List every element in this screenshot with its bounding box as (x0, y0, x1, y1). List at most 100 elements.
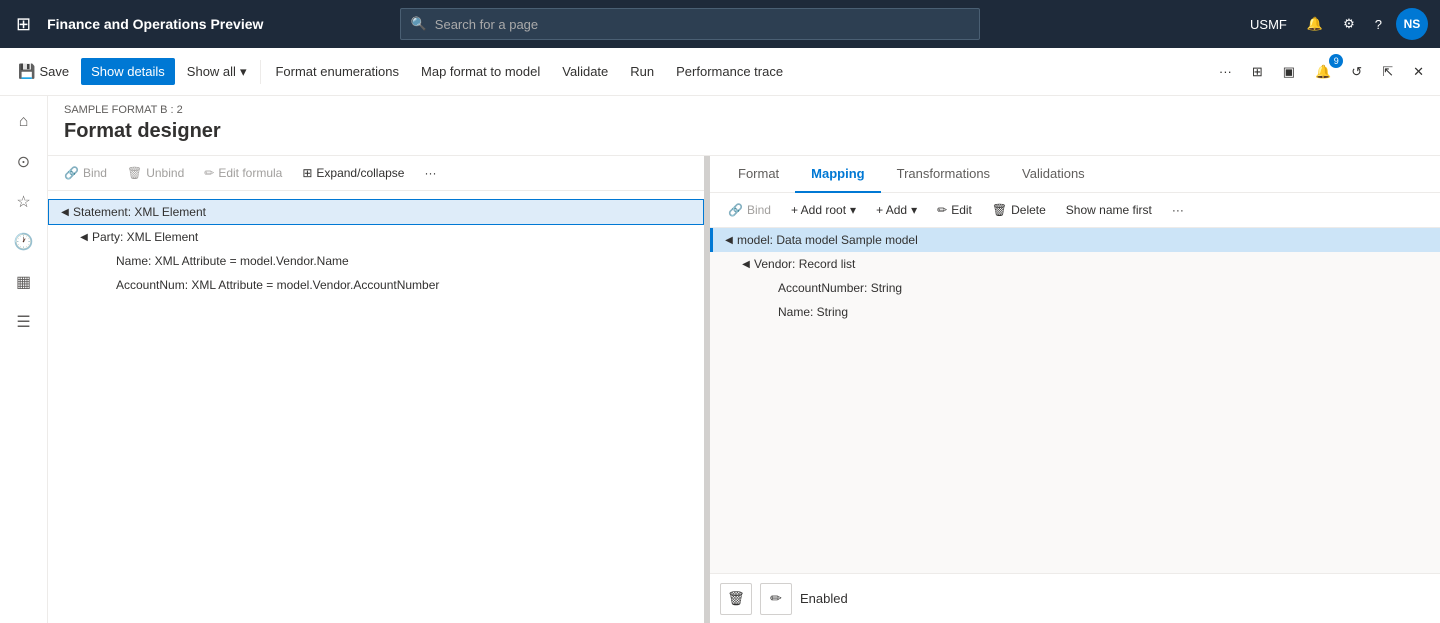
pencil-icon: ✏ (204, 166, 214, 180)
mapping-item-label: AccountNumber: String (778, 281, 902, 295)
help-icon[interactable]: ? (1369, 13, 1388, 36)
expand-collapse-button[interactable]: ⊞ Expand/collapse (294, 162, 412, 184)
mapping-tree-item[interactable]: ◀ model: Data model Sample model (710, 228, 1440, 252)
content-area: SAMPLE FORMAT B : 2 Format designer 🔗 Bi… (48, 96, 1440, 623)
format-enumerations-button[interactable]: Format enumerations (265, 58, 409, 85)
designer-area: 🔗 Bind 🗑 Unbind ✏ Edit formula ⊞ Expand/… (48, 156, 1440, 623)
bottom-delete-button[interactable]: 🗑 (720, 583, 752, 615)
tree-item[interactable]: ▶ AccountNum: XML Attribute = model.Vend… (48, 273, 704, 297)
chevron-down-icon: ▾ (240, 64, 247, 80)
app-title: Finance and Operations Preview (47, 16, 263, 32)
edit-formula-button[interactable]: ✏ Edit formula (196, 162, 290, 184)
mapping-tree-item[interactable]: ◀ Vendor: Record list (710, 252, 1440, 276)
refresh-icon[interactable]: ↺ (1343, 58, 1370, 86)
breadcrumb-area: SAMPLE FORMAT B : 2 Format designer (48, 96, 1440, 156)
mapping-panel: Format Mapping Transformations Validatio… (710, 156, 1440, 623)
sidebar-workspaces-icon[interactable]: ▦ (6, 264, 42, 300)
unbind-button[interactable]: 🗑 Unbind (119, 162, 192, 184)
top-navigation: ⊞ Finance and Operations Preview 🔍 USMF … (0, 0, 1440, 48)
validate-button[interactable]: Validate (552, 58, 618, 85)
format-tree: ◀ Statement: XML Element ◀ Party: XML El… (48, 191, 704, 623)
close-icon[interactable]: ✕ (1405, 58, 1432, 86)
save-icon: 💾 (18, 63, 35, 80)
separator-1 (260, 60, 261, 84)
tab-transformations[interactable]: Transformations (881, 156, 1006, 193)
notification-icon[interactable]: 🔔 (1301, 12, 1329, 36)
add-button[interactable]: + Add ▾ (868, 199, 925, 221)
breadcrumb: SAMPLE FORMAT B : 2 (64, 104, 1424, 116)
run-button[interactable]: Run (620, 58, 664, 85)
unlink-icon: 🗑 (127, 166, 142, 180)
link-icon: 🔗 (64, 166, 79, 180)
expand-icon: ⊞ (302, 166, 312, 180)
edit-button[interactable]: ✏ Edit (929, 199, 980, 221)
show-details-button[interactable]: Show details (81, 58, 175, 85)
search-icon: 🔍 (411, 16, 427, 32)
more-commands-icon[interactable]: ··· (1211, 58, 1240, 85)
save-button[interactable]: 💾 Save (8, 57, 79, 86)
map-format-to-model-button[interactable]: Map format to model (411, 58, 550, 85)
tree-toggle-collapse[interactable]: ◀ (57, 204, 73, 220)
page-title: Format designer (64, 116, 1424, 151)
mapping-item-label: Vendor: Record list (754, 257, 855, 271)
delete-button[interactable]: 🗑 Delete (984, 199, 1054, 221)
tree-item-label: Statement: XML Element (73, 205, 206, 219)
tree-item[interactable]: ◀ Party: XML Element (48, 225, 704, 249)
app-options-icon[interactable]: ⊞ (1244, 58, 1271, 86)
mapping-tree[interactable]: ◀ model: Data model Sample model ◀ Vendo… (710, 228, 1440, 573)
grid-icon[interactable]: ⊞ (12, 10, 35, 39)
main-layout: ⌂ ⊙ ☆ 🕐 ▦ ☰ SAMPLE FORMAT B : 2 Format d… (0, 96, 1440, 623)
badge-icon[interactable]: 🔔9 (1307, 58, 1339, 86)
mapping-item-label: Name: String (778, 305, 848, 319)
mapping-more-button[interactable]: ··· (1164, 199, 1192, 221)
mapping-tree-item[interactable]: ▶ AccountNumber: String (710, 276, 1440, 300)
mapping-toolbar: 🔗 Bind + Add root ▾ + Add ▾ ✏ Edit (710, 193, 1440, 228)
format-toolbar: 🔗 Bind 🗑 Unbind ✏ Edit formula ⊞ Expand/… (48, 156, 704, 191)
settings-icon[interactable]: ⚙ (1337, 12, 1361, 36)
sidebar-favorites-icon[interactable]: ☆ (6, 184, 42, 220)
search-bar[interactable]: 🔍 (400, 8, 980, 40)
mapping-toggle[interactable]: ◀ (738, 259, 754, 270)
sidebar-recent-icon[interactable]: 🕐 (6, 224, 42, 260)
tree-item[interactable]: ◀ Statement: XML Element (48, 199, 704, 225)
pencil-icon: ✏ (937, 203, 947, 217)
format-more-button[interactable]: ··· (416, 162, 444, 184)
performance-trace-button[interactable]: Performance trace (666, 58, 793, 85)
link-icon: 🔗 (728, 203, 743, 217)
bind-button[interactable]: 🔗 Bind (56, 162, 115, 184)
status-label: Enabled (800, 591, 848, 606)
panel-icon[interactable]: ▣ (1275, 58, 1303, 86)
tab-format[interactable]: Format (722, 156, 795, 193)
sidebar-home-icon[interactable]: ⌂ (6, 104, 42, 140)
tree-item-label: AccountNum: XML Attribute = model.Vendor… (116, 278, 439, 292)
tree-item-label: Party: XML Element (92, 230, 198, 244)
tree-item[interactable]: ▶ Name: XML Attribute = model.Vendor.Nam… (48, 249, 704, 273)
tab-validations[interactable]: Validations (1006, 156, 1101, 193)
bottom-edit-button[interactable]: ✏ (760, 583, 792, 615)
mapping-toggle[interactable]: ◀ (721, 235, 737, 246)
bottom-strip: 🗑 ✏ Enabled (710, 573, 1440, 623)
mapping-bind-button[interactable]: 🔗 Bind (720, 199, 779, 221)
tree-item-label: Name: XML Attribute = model.Vendor.Name (116, 254, 349, 268)
tab-mapping[interactable]: Mapping (795, 156, 880, 193)
search-input[interactable] (435, 17, 969, 32)
nav-right-area: USMF 🔔 ⚙ ? NS (1244, 8, 1428, 40)
panel-tabs: Format Mapping Transformations Validatio… (710, 156, 1440, 193)
add-root-button[interactable]: + Add root ▾ (783, 199, 864, 221)
sidebar-filter-icon[interactable]: ⊙ (6, 144, 42, 180)
mapping-tree-item[interactable]: ▶ Name: String (710, 300, 1440, 324)
avatar[interactable]: NS (1396, 8, 1428, 40)
show-all-button[interactable]: Show all ▾ (177, 58, 257, 86)
pencil-icon: ✏ (770, 590, 782, 607)
chevron-down-icon: ▾ (850, 203, 856, 217)
trash-icon: 🗑 (992, 203, 1007, 217)
new-window-icon[interactable]: ⇱ (1374, 58, 1401, 86)
show-name-first-button[interactable]: Show name first (1058, 199, 1160, 221)
format-panel: 🔗 Bind 🗑 Unbind ✏ Edit formula ⊞ Expand/… (48, 156, 706, 623)
trash-icon: 🗑 (727, 590, 745, 607)
tree-toggle-collapse[interactable]: ◀ (76, 229, 92, 245)
command-bar: 💾 Save Show details Show all ▾ Format en… (0, 48, 1440, 96)
mapping-item-label: model: Data model Sample model (737, 233, 918, 247)
left-sidebar: ⌂ ⊙ ☆ 🕐 ▦ ☰ (0, 96, 48, 623)
sidebar-list-icon[interactable]: ☰ (6, 304, 42, 340)
